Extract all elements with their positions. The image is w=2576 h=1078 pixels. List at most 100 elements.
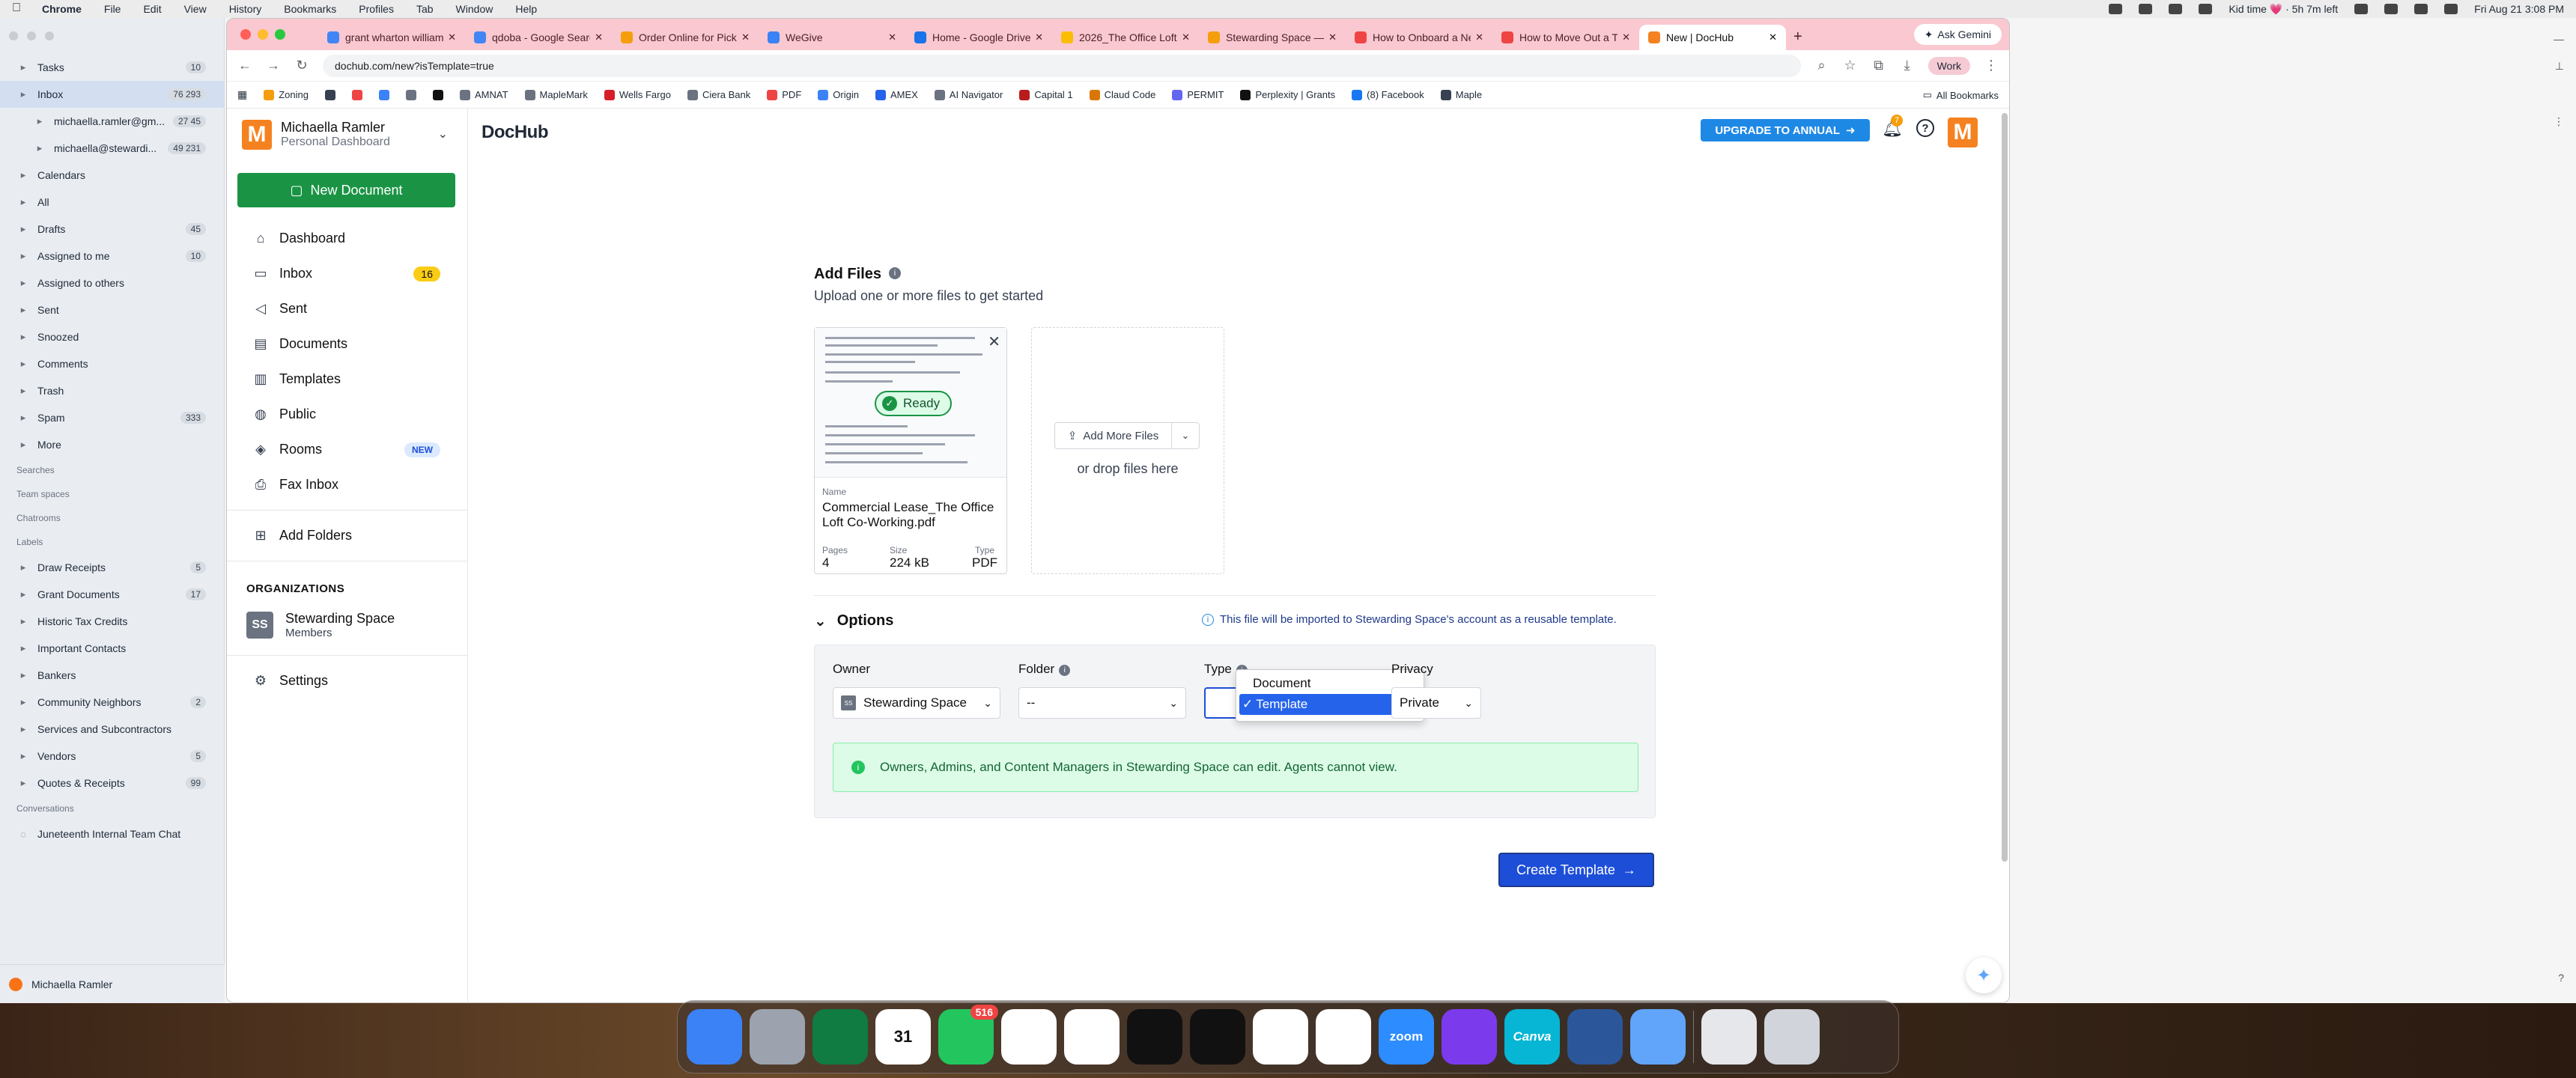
bookmark-item[interactable]: Claud Code	[1089, 89, 1155, 100]
mail-folder-item[interactable]: ▸ Calendars	[0, 162, 224, 189]
download-icon[interactable]: ⤓	[1900, 58, 1915, 73]
bookmark-item[interactable]: AI Navigator	[934, 89, 1003, 100]
dock-zoom-icon[interactable]: zoom	[1379, 1009, 1434, 1065]
add-folders-button[interactable]: ⊞ Add Folders	[227, 518, 467, 553]
mail-folder-item[interactable]: ▸ Trash	[0, 377, 224, 404]
folder-select[interactable]: -- ⌄	[1018, 687, 1186, 719]
dock-grammarly-icon[interactable]	[1190, 1009, 1245, 1065]
mail-folder-item[interactable]: ▸ Spam 333	[0, 404, 224, 431]
mail-label-item[interactable]: ▸ Historic Tax Credits	[0, 608, 224, 635]
dock-messages-icon[interactable]: 516	[938, 1005, 998, 1065]
bookmark-item[interactable]: MapleMark	[524, 89, 588, 100]
url-field[interactable]: dochub.com/new?isTemplate=true	[323, 54, 1801, 77]
bookmark-item[interactable]: Perplexity | Grants	[1240, 89, 1335, 100]
bookmark-item[interactable]: Zoning	[264, 89, 309, 100]
mail-section-heading[interactable]: Team spaces	[0, 482, 224, 506]
ask-gemini-button[interactable]: ✦ Ask Gemini	[1913, 24, 2002, 45]
close-window-button[interactable]	[240, 29, 251, 40]
org-item[interactable]: SS Stewarding Space Members	[227, 603, 467, 648]
dock-canva-pro-icon[interactable]	[1442, 1009, 1497, 1065]
close-tab-icon[interactable]: ✕	[448, 31, 456, 43]
options-toggle[interactable]: ⌄ Options	[814, 612, 893, 630]
bookmark-item[interactable]: Wells Fargo	[604, 89, 671, 100]
mail-label-item[interactable]: ▸ Services and Subcontractors	[0, 716, 224, 743]
chevron-down-icon[interactable]: ⌄	[438, 127, 448, 141]
mail-label-item[interactable]: ▸ Important Contacts	[0, 635, 224, 662]
forward-icon[interactable]: →	[266, 58, 281, 73]
chevron-down-icon[interactable]: ⌄	[1172, 430, 1199, 442]
add-more-files-button[interactable]: ⇪ Add More Files ⌄	[1054, 422, 1200, 449]
mail-section-heading[interactable]: Chatrooms	[0, 506, 224, 530]
mail-label-item[interactable]: ▸ Vendors 5	[0, 743, 224, 770]
nav-item-rooms[interactable]: ◈ Rooms NEW	[227, 432, 467, 467]
menubar-clock[interactable]: Fri Aug 21 3:08 PM	[2474, 3, 2564, 15]
scrollbar[interactable]	[2002, 113, 2008, 862]
search-icon[interactable]	[2414, 4, 2428, 14]
mail-section-heading[interactable]: Conversations	[0, 797, 224, 820]
close-tab-icon[interactable]: ✕	[595, 31, 603, 43]
settings-link[interactable]: ⚙ Settings	[227, 663, 467, 698]
battery-icon[interactable]	[2354, 4, 2369, 14]
privacy-select[interactable]: Private ⌄	[1391, 687, 1481, 719]
dock-canva-icon[interactable]: Canva	[1504, 1009, 1560, 1065]
menubar-help[interactable]: Help	[515, 3, 537, 15]
assistant-sparkle-icon[interactable]: ✦	[1966, 957, 2002, 993]
menubar-file[interactable]: File	[104, 3, 121, 15]
new-document-button[interactable]: ▢ New Document	[237, 173, 455, 207]
bookmark-item[interactable]	[405, 89, 416, 100]
mail-folder-item[interactable]: ▸ More	[0, 431, 224, 458]
menubar-tab[interactable]: Tab	[416, 3, 434, 15]
back-icon[interactable]: ←	[237, 58, 252, 73]
dock-document-icon[interactable]	[1701, 1009, 1757, 1065]
mail-folder-item[interactable]: ▸ Assigned to others	[0, 270, 224, 296]
mail-folder-item[interactable]: ▸ Inbox 76 293	[0, 81, 224, 108]
mail-folder-item[interactable]: ▸ Comments	[0, 350, 224, 377]
browser-tab[interactable]: qdoba - Google Search ✕	[465, 25, 612, 50]
nav-item-sent[interactable]: ◁ Sent	[227, 291, 467, 326]
status-icon[interactable]	[2169, 4, 2183, 14]
close-tab-icon[interactable]: ✕	[1475, 31, 1483, 43]
bookmark-item[interactable]: Origin	[818, 89, 859, 100]
window-dot[interactable]	[45, 31, 54, 40]
bookmark-item[interactable]: PDF	[767, 89, 801, 100]
bookmark-item[interactable]: AMNAT	[459, 89, 508, 100]
bookmark-item[interactable]: (8) Facebook	[1352, 89, 1424, 100]
browser-tab[interactable]: Order Online for Pickup ✕	[612, 25, 759, 50]
minimize-window-button[interactable]	[258, 29, 268, 40]
mail-label-item[interactable]: ▸ Grant Documents 17	[0, 581, 224, 608]
dock-chrome-icon[interactable]	[1253, 1009, 1308, 1065]
apps-grid-icon[interactable]: ▦	[237, 88, 247, 101]
help-icon[interactable]: ?	[2558, 972, 2564, 984]
info-icon[interactable]: i	[1059, 665, 1071, 676]
dock-finder-icon[interactable]	[687, 1009, 742, 1065]
mail-folder-item[interactable]: ▸ Tasks 10	[0, 54, 224, 81]
menubar-edit[interactable]: Edit	[143, 3, 161, 15]
mail-folder-item[interactable]: ▸ michaella.ramler@gm... 27 45	[0, 108, 224, 135]
close-tab-icon[interactable]: ✕	[1328, 31, 1337, 43]
dock-excel-icon[interactable]	[812, 1009, 868, 1065]
browser-tab[interactable]: grant wharton williams ✕	[318, 25, 465, 50]
bookmark-item[interactable]: Capital 1	[1019, 89, 1073, 100]
status-icon[interactable]	[2139, 4, 2153, 14]
extensions-icon[interactable]: ⧉	[1871, 58, 1886, 73]
window-dot[interactable]	[9, 31, 18, 40]
mail-label-item[interactable]: ▸ Community Neighbors 2	[0, 689, 224, 716]
apple-menu-icon[interactable]: 	[12, 1, 27, 16]
create-template-button[interactable]: Create Template →	[1498, 853, 1654, 887]
browser-tab[interactable]: 2026_The Office Loft C ✕	[1052, 25, 1199, 50]
help-icon[interactable]: ?	[1916, 119, 1934, 137]
nav-item-templates[interactable]: ▥ Templates	[227, 362, 467, 397]
browser-tab[interactable]: How to Onboard a New ✕	[1346, 25, 1492, 50]
close-tab-icon[interactable]: ✕	[1182, 31, 1190, 43]
browser-tab[interactable]: Stewarding Space — So✕	[1199, 25, 1346, 50]
menubar-window[interactable]: Window	[456, 3, 493, 15]
add-more-files-main[interactable]: ⇪ Add More Files	[1055, 423, 1172, 448]
mail-label-item[interactable]: ▸ Draw Receipts 5	[0, 554, 224, 581]
mail-label-item[interactable]: ▸ Quotes & Receipts 99	[0, 770, 224, 797]
dock-calendar-icon[interactable]: 31	[875, 1009, 931, 1065]
dock-clickup-icon[interactable]	[1001, 1009, 1057, 1065]
close-tab-icon[interactable]: ✕	[1769, 31, 1777, 43]
status-icon[interactable]	[2199, 4, 2213, 14]
more-icon[interactable]: ⋮	[2554, 115, 2564, 128]
mail-folder-item[interactable]: ▸ Drafts 45	[0, 216, 224, 243]
